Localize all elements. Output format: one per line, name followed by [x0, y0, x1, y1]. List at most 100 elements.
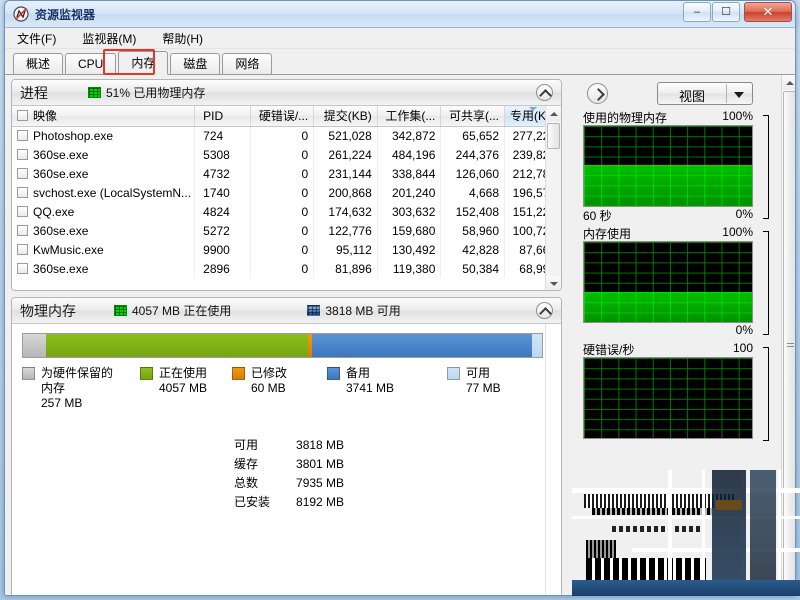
- title-bar: 资源监视器 ☐ ✕: [5, 1, 795, 28]
- processes-table-container: 映像 PID 硬错误/... 提交(KB) 工作集(... 可共享(... 专用…: [12, 106, 561, 291]
- tab-memory[interactable]: 内存: [118, 51, 168, 75]
- summary-key-2: 总数: [234, 474, 296, 493]
- close-button[interactable]: ✕: [744, 2, 792, 22]
- memory-bar-segment-inuse: [46, 334, 308, 357]
- table-row[interactable]: 360se.exe2896081,896119,38050,38468,996: [12, 259, 561, 278]
- cell-working-set: 303,632: [377, 202, 441, 221]
- maximize-button[interactable]: ☐: [712, 2, 740, 22]
- tab-disk[interactable]: 磁盘: [170, 53, 220, 74]
- scroll-up-arrow-icon[interactable]: [546, 106, 561, 121]
- cell-hard-faults: 0: [250, 259, 314, 278]
- view-dropdown-button[interactable]: 视图: [657, 82, 753, 105]
- legend-swatch-lblue: [447, 367, 460, 380]
- menu-bar: 文件(F) 监视器(M) 帮助(H): [5, 28, 795, 49]
- row-checkbox[interactable]: [17, 225, 28, 236]
- summary-value-2: 7935 MB: [296, 474, 344, 493]
- tab-cpu[interactable]: CPU: [65, 53, 116, 74]
- table-row[interactable]: KwMusic.exe9900095,112130,49242,82887,66…: [12, 240, 561, 259]
- legend-swatch-gray: [22, 367, 35, 380]
- chevron-up-icon-physmem[interactable]: [536, 302, 553, 319]
- row-checkbox[interactable]: [17, 168, 28, 179]
- summary-row: 可用3818 MB: [234, 436, 344, 455]
- row-checkbox[interactable]: [17, 263, 28, 274]
- graph-fill-1: [584, 292, 752, 322]
- cell-pid: 4824: [195, 202, 250, 221]
- maximize-icon: ☐: [713, 7, 739, 18]
- column-header-hard-faults[interactable]: 硬错误/...: [250, 106, 314, 126]
- column-header-commit[interactable]: 提交(KB): [314, 106, 378, 126]
- cell-image: 360se.exe: [12, 164, 195, 183]
- legend-item-2: 已修改60 MB: [232, 366, 327, 411]
- legend-label2-0: 内存: [41, 381, 113, 396]
- column-header-working-set[interactable]: 工作集(...: [377, 106, 441, 126]
- cell-working-set: 338,844: [377, 164, 441, 183]
- menu-monitor[interactable]: 监视器(M): [80, 28, 138, 49]
- cell-image: 360se.exe: [12, 259, 195, 278]
- legend-label-1: 正在使用: [159, 366, 207, 381]
- select-all-checkbox[interactable]: [17, 110, 28, 121]
- minimize-button[interactable]: [683, 2, 711, 22]
- cell-commit: 174,632: [314, 202, 378, 221]
- cell-image: 360se.exe: [12, 221, 195, 240]
- row-checkbox[interactable]: [17, 130, 28, 141]
- cell-hard-faults: 0: [250, 221, 314, 240]
- table-row[interactable]: 360se.exe53080261,224484,196244,376239,8…: [12, 145, 561, 164]
- cell-image-label: 360se.exe: [33, 262, 88, 276]
- legend-value-4: 77 MB: [466, 381, 501, 396]
- cell-commit: 95,112: [314, 240, 378, 259]
- table-row[interactable]: Photoshop.exe7240521,028342,87265,652277…: [12, 126, 561, 145]
- window-title: 资源监视器: [35, 6, 95, 23]
- row-checkbox[interactable]: [17, 206, 28, 217]
- table-row[interactable]: svchost.exe (LocalSystemN...17400200,868…: [12, 183, 561, 202]
- chevron-right-icon-expand[interactable]: [587, 83, 608, 104]
- legend-value-2: 60 MB: [251, 381, 287, 396]
- blue-grid-swatch: [307, 305, 320, 316]
- processes-panel: 进程 51% 已用物理内存: [11, 79, 562, 291]
- menu-help[interactable]: 帮助(H): [160, 28, 205, 49]
- cell-working-set: 484,196: [377, 145, 441, 164]
- processes-panel-title: 进程: [12, 83, 48, 103]
- summary-key-0: 可用: [234, 436, 296, 455]
- row-checkbox[interactable]: [17, 187, 28, 198]
- graph-axis-bracket-1: [763, 231, 769, 335]
- memory-bar-segment-standby: [312, 334, 532, 357]
- cell-shareable: 50,384: [441, 259, 505, 278]
- physical-memory-scrollbar[interactable]: [545, 324, 561, 596]
- graph-footer-0: 60 秒0%: [583, 207, 753, 223]
- cell-working-set: 119,380: [377, 259, 441, 278]
- graph-max-label-0: 100%: [722, 109, 753, 123]
- table-row[interactable]: 360se.exe47320231,144338,844126,060212,7…: [12, 164, 561, 183]
- main-scrollbar-thumb[interactable]: [783, 91, 796, 596]
- tab-overview[interactable]: 概述: [13, 53, 63, 74]
- resource-monitor-icon: [13, 6, 29, 22]
- cell-hard-faults: 0: [250, 183, 314, 202]
- cell-image: 360se.exe: [12, 145, 195, 164]
- processes-scrollbar-thumb[interactable]: [547, 123, 560, 149]
- scroll-down-arrow-icon[interactable]: [546, 276, 561, 291]
- graph-fill-0: [584, 165, 752, 206]
- main-pane-scrollbar[interactable]: [781, 75, 796, 596]
- tab-network[interactable]: 网络: [222, 53, 272, 74]
- content-area: 进程 51% 已用物理内存: [5, 75, 795, 596]
- cell-image: KwMusic.exe: [12, 240, 195, 259]
- legend-swatch-orng: [232, 367, 245, 380]
- summary-row: 总数7935 MB: [234, 474, 344, 493]
- row-checkbox[interactable]: [17, 149, 28, 160]
- processes-panel-header[interactable]: 进程 51% 已用物理内存: [12, 80, 561, 106]
- summary-value-3: 8192 MB: [296, 493, 344, 512]
- main-scroll-up-arrow-icon[interactable]: [782, 75, 796, 90]
- menu-file[interactable]: 文件(F): [15, 28, 58, 49]
- cell-hard-faults: 0: [250, 240, 314, 259]
- table-row[interactable]: 360se.exe52720122,776159,68058,960100,72…: [12, 221, 561, 240]
- row-checkbox[interactable]: [17, 244, 28, 255]
- chevron-up-icon-processes[interactable]: [536, 84, 553, 101]
- column-header-shareable[interactable]: 可共享(...: [441, 106, 505, 126]
- column-header-pid[interactable]: PID: [195, 106, 250, 126]
- view-dropdown-separator: [726, 84, 727, 103]
- physical-memory-panel-header[interactable]: 物理内存 4057 MB 正在使用 3818 MB 可用: [12, 298, 561, 324]
- graph-footer-2: [583, 439, 753, 455]
- column-header-image[interactable]: 映像: [12, 106, 195, 126]
- processes-scrollbar[interactable]: [545, 106, 561, 291]
- table-row[interactable]: QQ.exe48240174,632303,632152,408151,224: [12, 202, 561, 221]
- graph-list: 使用的物理内存100%60 秒0%内存使用100%0%硬错误/秒100: [573, 109, 777, 455]
